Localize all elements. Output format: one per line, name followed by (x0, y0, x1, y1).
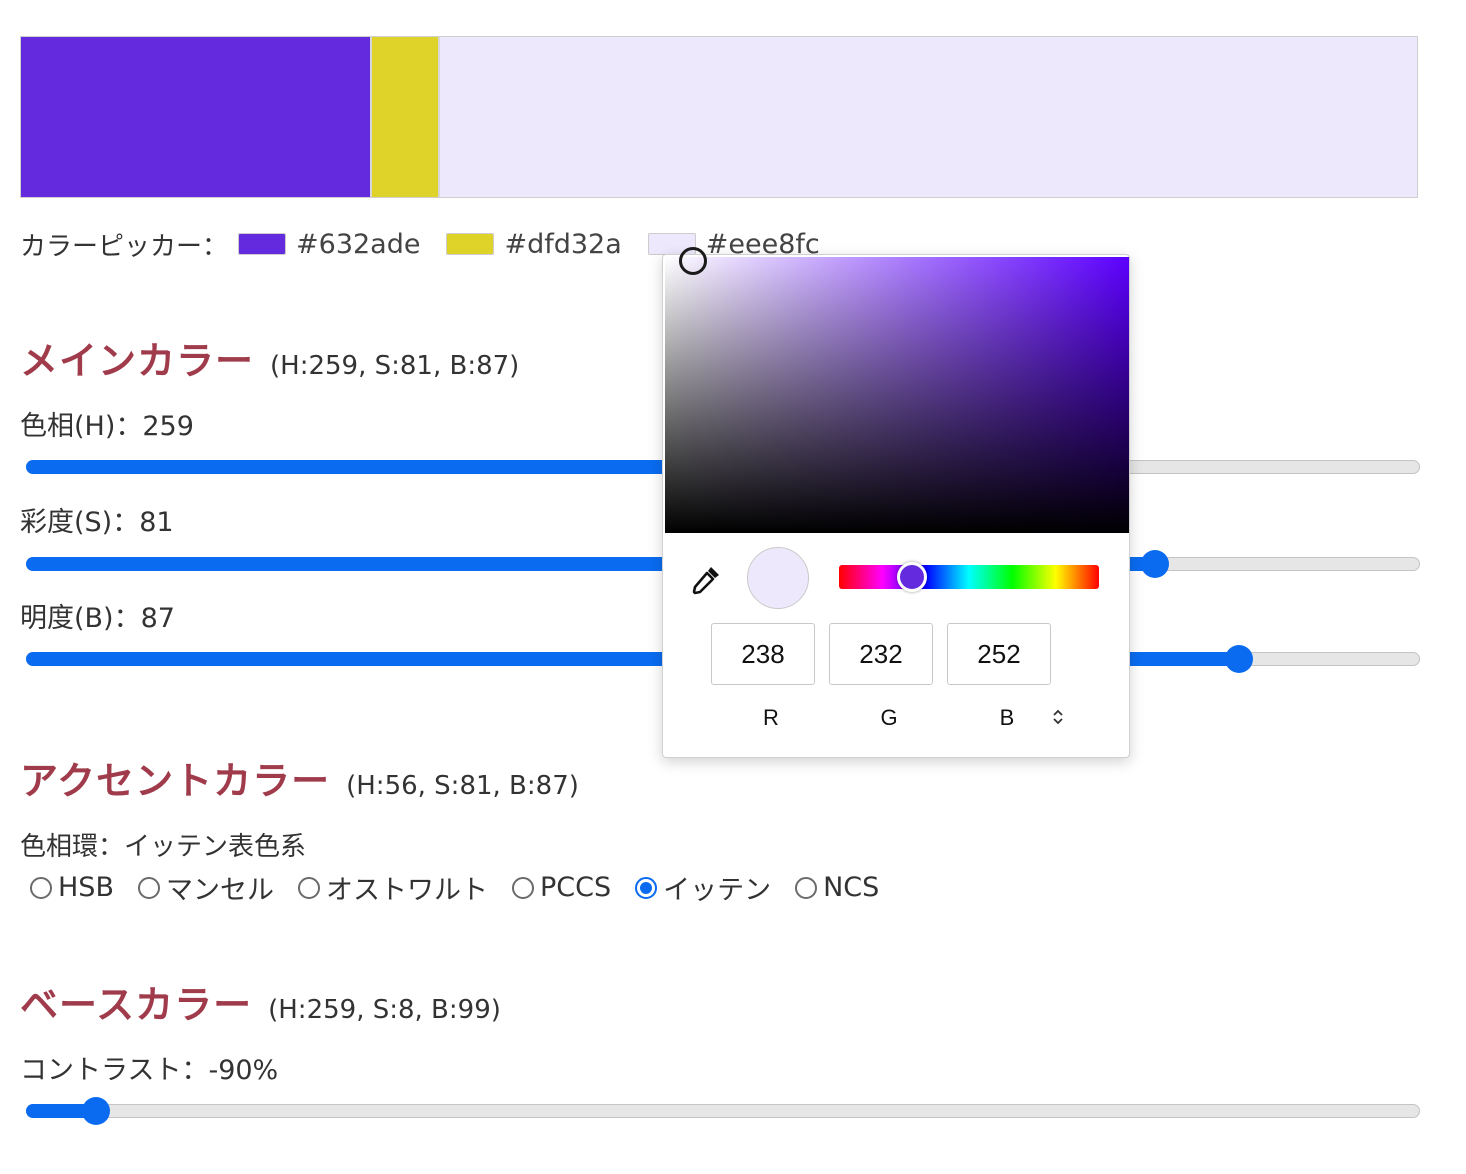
radio-itten[interactable]: イッテン (635, 868, 771, 907)
main-color-input[interactable] (238, 233, 287, 255)
radio-itten-circle[interactable] (635, 876, 658, 899)
green-label: G (880, 705, 898, 730)
saturation-slider-thumb[interactable] (1141, 550, 1169, 578)
base-color-swatch (440, 37, 1417, 197)
radio-hsb-label: HSB (58, 872, 114, 903)
blue-input[interactable]: 252 (947, 623, 1051, 685)
radio-hsb-circle[interactable] (30, 876, 52, 899)
main-color-chip[interactable]: #632ade (238, 229, 420, 260)
saturation-brightness-cursor[interactable] (679, 247, 707, 275)
radio-munsell-circle[interactable] (137, 876, 160, 899)
red-input[interactable]: 238 (711, 623, 815, 685)
hue-bar[interactable] (839, 562, 1099, 592)
base-color-title: ベースカラー (20, 983, 253, 1027)
radio-ostwald-circle[interactable] (297, 876, 320, 899)
radio-ncs[interactable]: NCS (795, 872, 879, 903)
radio-pccs[interactable]: PCCS (511, 872, 612, 903)
radio-ostwald-label: オストワルト (325, 875, 488, 906)
saturation-brightness-area[interactable] (665, 247, 1129, 533)
color-wheel-options: HSB マンセル オストワルト PCCS イッテン NCS (30, 868, 903, 907)
radio-munsell[interactable]: マンセル (137, 868, 274, 907)
main-color-title: メインカラー (20, 339, 255, 383)
accent-color-hex: #dfd32a (504, 228, 622, 260)
color-picker-popover: 238 232 252 R G B (662, 247, 1130, 758)
contrast-label: コントラスト：-90% (20, 1055, 279, 1086)
eyedropper-icon[interactable] (689, 563, 723, 597)
blue-label: B (999, 705, 1015, 730)
color-picker-label: カラーピッカー： (20, 231, 229, 262)
radio-ncs-circle[interactable] (795, 876, 818, 899)
radio-ostwald[interactable]: オストワルト (297, 868, 488, 907)
radio-pccs-label: PCCS (539, 872, 612, 903)
main-color-swatch (21, 37, 372, 197)
brightness-slider-thumb[interactable] (1225, 645, 1253, 673)
radio-itten-label: イッテン (663, 875, 772, 906)
accent-color-heading: アクセントカラー (H:56, S:81, B:87) (20, 750, 579, 805)
radio-ncs-label: NCS (823, 872, 880, 903)
rgb-inputs: 238 232 252 (711, 623, 1065, 685)
accent-color-hsb: (H:56, S:81, B:87) (346, 771, 579, 801)
radio-pccs-circle[interactable] (511, 876, 534, 899)
contrast-slider-thumb[interactable] (82, 1097, 110, 1125)
contrast-slider-track (26, 1104, 1420, 1118)
color-mode-toggle-icon[interactable] (1051, 707, 1065, 732)
color-wheel-label: 色相環：イッテン表色系 (20, 832, 307, 862)
main-color-hex: #632ade (296, 228, 421, 260)
color-preview-strip (20, 36, 1418, 198)
accent-color-input[interactable] (446, 233, 495, 255)
accent-color-chip[interactable]: #dfd32a (446, 228, 622, 260)
radio-munsell-label: マンセル (165, 875, 274, 906)
hue-label: 色相(H)：259 (20, 411, 194, 442)
contrast-slider[interactable] (26, 1097, 1420, 1125)
hue-bar-thumb[interactable] (897, 562, 927, 592)
rgb-labels: R G B (711, 705, 1065, 731)
saturation-label: 彩度(S)：81 (20, 507, 174, 538)
main-color-heading: メインカラー (H:259, S:81, B:87) (20, 330, 519, 385)
current-color-preview (747, 547, 809, 609)
accent-color-title: アクセントカラー (20, 759, 331, 803)
accent-color-swatch (372, 37, 440, 197)
green-input[interactable]: 232 (829, 623, 933, 685)
brightness-label: 明度(B)：87 (20, 603, 175, 634)
radio-hsb[interactable]: HSB (30, 872, 114, 903)
main-color-hsb: (H:259, S:81, B:87) (270, 351, 520, 381)
base-color-hsb: (H:259, S:8, B:99) (268, 995, 501, 1025)
red-label: R (763, 705, 779, 730)
base-color-heading: ベースカラー (H:259, S:8, B:99) (20, 974, 501, 1029)
